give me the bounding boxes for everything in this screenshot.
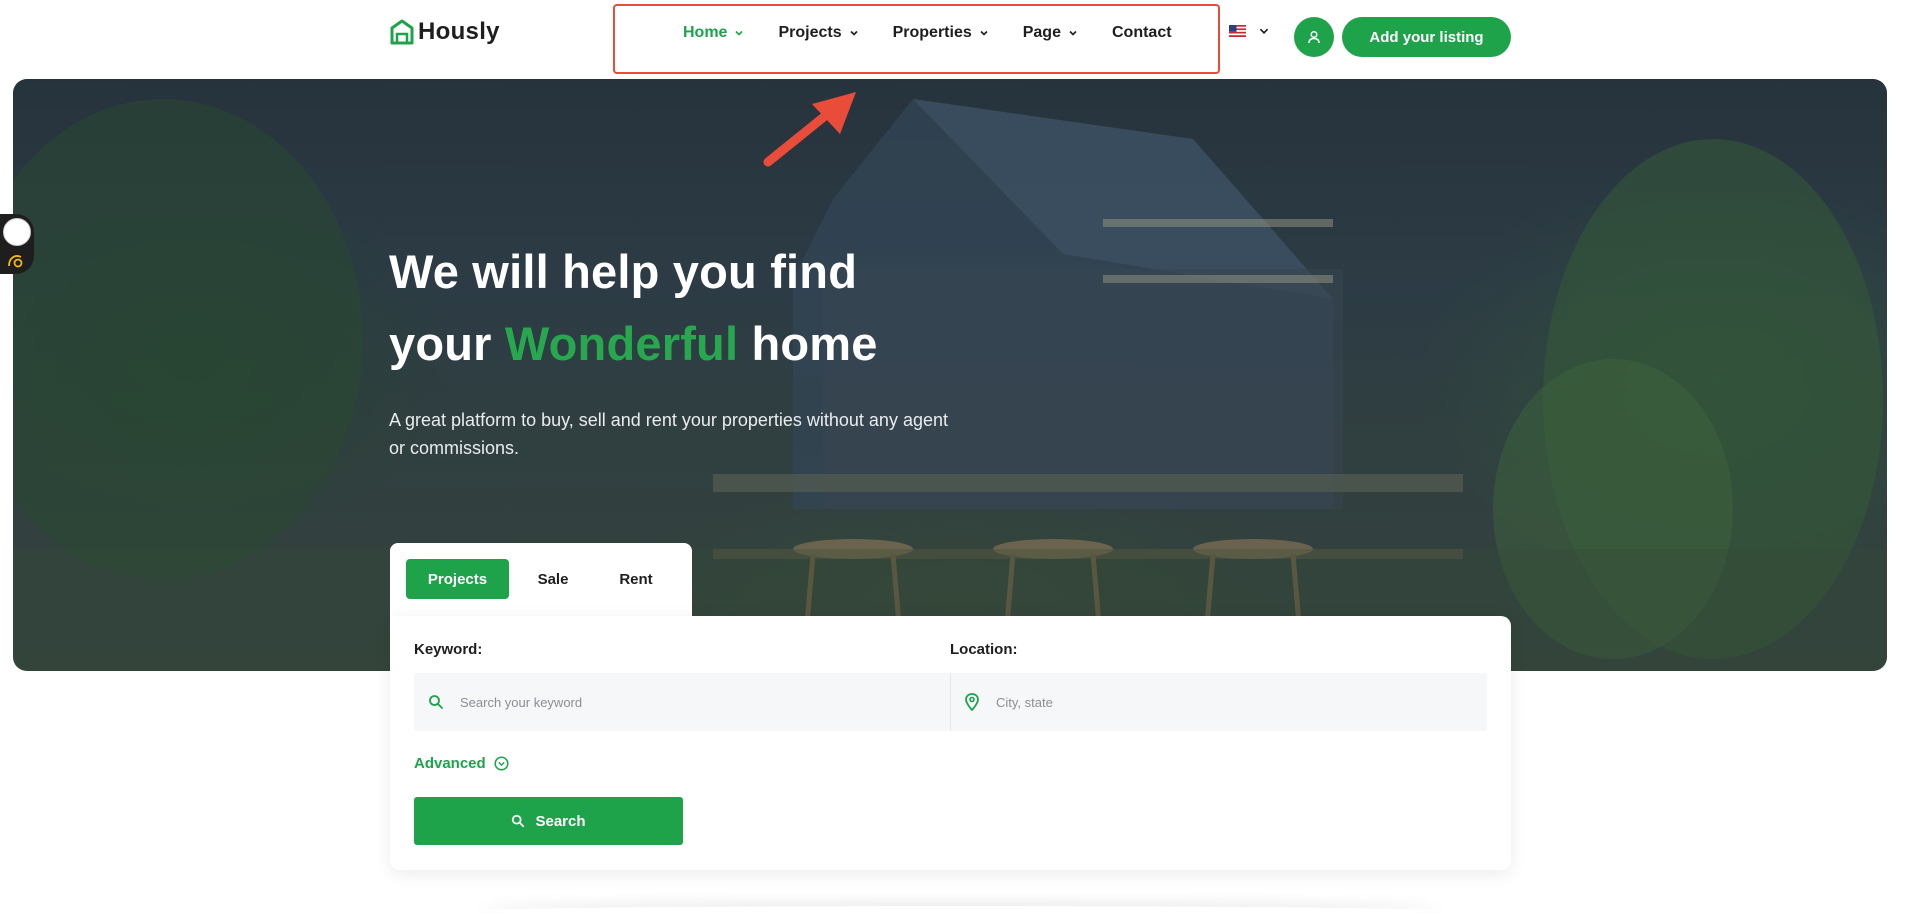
location-label: Location: xyxy=(950,641,1018,658)
annotation-arrow-icon xyxy=(763,92,856,167)
search-icon xyxy=(429,695,443,709)
main-nav: Home Projects Properties Page Contact xyxy=(683,24,1172,42)
tab-rent[interactable]: Rent xyxy=(597,559,675,599)
input-divider xyxy=(950,673,951,731)
hero-title-pre: your xyxy=(389,317,505,370)
hero-overlay xyxy=(13,79,1887,671)
logo-text: Hously xyxy=(418,18,500,45)
nav-item-properties[interactable]: Properties xyxy=(893,24,989,42)
nav-item-page[interactable]: Page xyxy=(1023,24,1078,42)
search-button-label: Search xyxy=(535,812,586,830)
user-account-button[interactable] xyxy=(1294,17,1334,57)
hero-title-line2: your Wonderful home xyxy=(389,308,878,380)
hero-banner xyxy=(13,79,1887,671)
us-flag-icon xyxy=(1229,25,1246,37)
nav-item-label: Contact xyxy=(1111,24,1172,41)
search-icon xyxy=(512,814,525,828)
nav-item-label: Properties xyxy=(892,24,972,41)
keyword-input[interactable] xyxy=(460,694,860,710)
logo[interactable]: Hously xyxy=(390,18,500,46)
chevron-down-icon xyxy=(735,30,744,36)
location-field[interactable] xyxy=(964,673,1484,731)
language-selector[interactable] xyxy=(1229,25,1270,37)
house-logo-icon xyxy=(390,19,414,45)
chevron-down-icon xyxy=(980,30,988,36)
search-inputs xyxy=(414,673,1487,731)
chevron-down-icon xyxy=(1069,30,1077,36)
add-listing-button[interactable]: Add your listing xyxy=(1342,17,1511,57)
side-tool-widget[interactable] xyxy=(0,214,34,274)
search-panel: Keyword: Location: Advanced xyxy=(390,616,1511,870)
nav-item-projects[interactable]: Projects xyxy=(778,24,858,42)
chevron-down-icon xyxy=(850,30,858,36)
hero-title: We will help you find your Wonderful hom… xyxy=(389,236,878,380)
search-button[interactable]: Search xyxy=(414,797,683,845)
nav-item-label: Home xyxy=(683,24,728,41)
hero-title-post: home xyxy=(738,317,878,370)
hero-subtitle: A great platform to buy, sell and rent y… xyxy=(389,410,948,458)
tab-projects[interactable]: Projects xyxy=(406,559,509,599)
next-section-edge xyxy=(480,906,1440,913)
keyword-label: Keyword: xyxy=(414,641,483,658)
chevron-circle-down-icon xyxy=(494,756,509,771)
nav-item-label: Page xyxy=(1022,24,1061,41)
keyword-field[interactable] xyxy=(428,673,948,731)
site-header: Hously Home Projects Properties Page Con… xyxy=(0,0,1905,76)
map-pin-icon xyxy=(965,693,979,711)
paint-palette-icon[interactable] xyxy=(7,252,25,268)
advanced-label: Advanced xyxy=(414,755,486,772)
hero-title-line1: We will help you find xyxy=(389,245,858,298)
chevron-down-icon xyxy=(1259,28,1269,34)
location-input[interactable] xyxy=(996,694,1396,710)
advanced-toggle[interactable]: Advanced xyxy=(414,755,509,772)
search-tabs: Projects Sale Rent xyxy=(390,543,692,617)
nav-item-label: Projects xyxy=(778,24,842,41)
nav-item-contact[interactable]: Contact xyxy=(1112,24,1172,42)
toggle-circle[interactable] xyxy=(3,218,31,246)
tab-sale[interactable]: Sale xyxy=(517,559,589,599)
nav-item-home[interactable]: Home xyxy=(683,24,744,42)
hero-title-accent: Wonderful xyxy=(504,317,739,370)
user-icon xyxy=(1308,30,1320,44)
